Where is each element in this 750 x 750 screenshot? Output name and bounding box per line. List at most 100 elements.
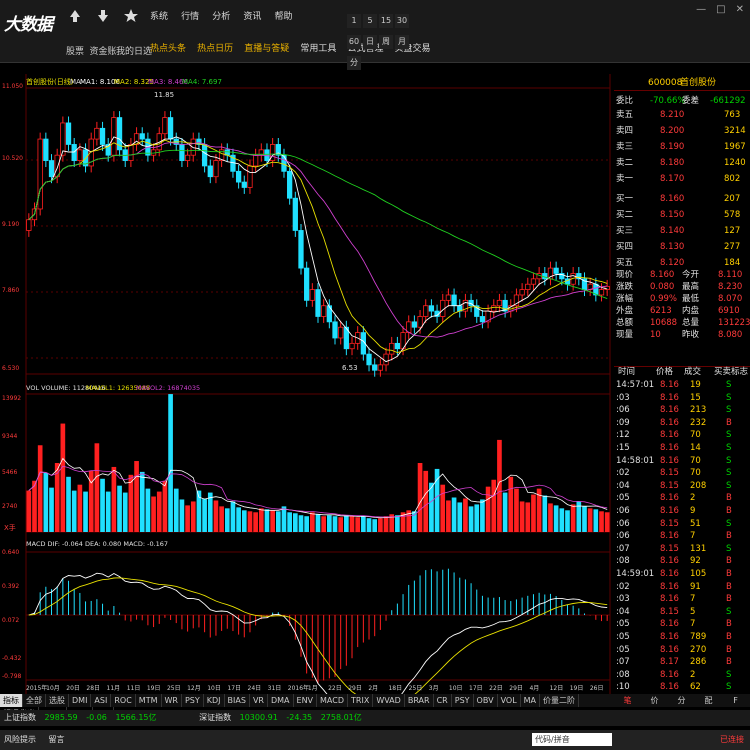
price-tick: 9.190 (2, 221, 19, 228)
buy-row: 买二 8.150 578 (616, 210, 741, 220)
capital-button[interactable]: 资金账 (88, 4, 118, 58)
date-label: 29日 (509, 685, 523, 692)
volume-bar (287, 512, 292, 532)
date-label: 10日 (449, 685, 463, 692)
price-tick: 11.050 (2, 83, 23, 90)
index-name-sz[interactable]: 深证指数 (199, 713, 231, 722)
indicator-tab[interactable]: DMA (268, 694, 294, 707)
stocks-button[interactable]: 股票 (60, 4, 90, 58)
tick-row: :12 8.16 70 S (616, 430, 732, 441)
minimize-icon[interactable]: — (696, 4, 706, 15)
candle (530, 278, 537, 285)
sell-row: 卖二 8.180 1240 (616, 158, 746, 168)
volume-bar (565, 510, 570, 532)
link-headlines[interactable]: 热点头条 (150, 41, 186, 54)
candle (428, 305, 435, 312)
indicator-tab[interactable]: VR (250, 694, 268, 707)
indicator-tab[interactable]: 选股 (46, 694, 69, 707)
menu-help[interactable]: 帮助 (274, 9, 292, 22)
indicator-tab[interactable]: MA (521, 694, 541, 707)
candle (326, 305, 332, 323)
indicator-tab[interactable]: PSY (452, 694, 474, 707)
volume-bar (480, 499, 485, 532)
risk-link[interactable]: 风险提示 (4, 735, 36, 744)
close-icon[interactable]: ✕ (736, 4, 744, 15)
period-15[interactable]: 15 (379, 14, 393, 28)
menu-market[interactable]: 行情 (181, 9, 199, 22)
index-value-sh: 2985.59 (44, 713, 78, 722)
sell-row: 卖五 8.210 763 (616, 110, 741, 120)
volume-bar (156, 491, 162, 532)
index-name-sh[interactable]: 上证指数 (4, 713, 36, 722)
stat-row: 涨幅 0.99% 最低 8.070 (616, 294, 743, 304)
quote-tabs: 笔价分配F (614, 694, 750, 707)
menu-news[interactable]: 资讯 (243, 9, 261, 22)
search-input[interactable]: 代码/拼音 (532, 733, 612, 746)
indicator-tab[interactable]: WVAD (373, 694, 405, 707)
indicator-tab[interactable]: MACD (317, 694, 349, 707)
my-selection-button[interactable]: 我的日选 (116, 4, 152, 58)
candle (281, 154, 287, 172)
quote-tab[interactable]: 分 (668, 694, 695, 707)
volume-bar (202, 498, 207, 532)
indicator-tab[interactable]: 价量二阶 (540, 694, 580, 707)
indicator-tab[interactable]: PSY (182, 694, 204, 707)
volume-bar (309, 512, 315, 532)
candle (287, 170, 293, 199)
volume-bar (542, 495, 548, 532)
quote-tab[interactable]: 配 (695, 694, 722, 707)
period-month[interactable]: 月 (395, 35, 409, 49)
indicator-tab[interactable]: BRAR (405, 694, 434, 707)
link-tools[interactable]: 常用工具 (300, 41, 336, 54)
buy-row: 买四 8.130 277 (616, 242, 741, 252)
indicator-tab[interactable]: MTM (136, 694, 162, 707)
candle (26, 219, 32, 231)
indicator-tab[interactable]: ROC (111, 694, 136, 707)
tick-row: :04 8.15 5 S (616, 606, 732, 617)
indicator-tab[interactable]: WR (162, 694, 182, 707)
link-live[interactable]: 直播与答疑 (244, 41, 289, 54)
period-min[interactable]: 分 (347, 56, 361, 70)
volume-bar (378, 518, 383, 532)
period-day[interactable]: 日 (363, 35, 377, 49)
indicator-tab[interactable]: ASI (91, 694, 112, 707)
stat-row: 现量 10 昨收 8.080 (616, 330, 743, 340)
maximize-icon[interactable]: □ (716, 4, 725, 15)
quote-tab[interactable]: 笔 (614, 694, 641, 707)
period-5[interactable]: 5 (363, 14, 377, 28)
period-week[interactable]: 周 (379, 35, 393, 49)
link-calendar[interactable]: 热点日历 (197, 41, 233, 54)
tick-row: 14:59:01 8.16 105 B (616, 569, 732, 579)
menu-system[interactable]: 系统 (150, 9, 168, 22)
menu-analysis[interactable]: 分析 (212, 9, 230, 22)
indicator-tab[interactable]: DMI (69, 694, 92, 707)
min-price-label: 6.53 (342, 364, 358, 372)
indicator-tab[interactable]: VOL (498, 694, 521, 707)
volume-bar (173, 488, 179, 532)
volume-bar (185, 505, 190, 532)
volume-bar (332, 516, 338, 532)
period-1[interactable]: 1 (347, 14, 361, 28)
indicator-tab[interactable]: OBV (474, 694, 498, 707)
volume-bar (423, 470, 429, 532)
indicator-tab[interactable]: 指标 (0, 694, 23, 707)
message-link[interactable]: 留言 (49, 735, 65, 744)
volume-bar (604, 512, 610, 532)
indicator-tab[interactable]: BIAS (225, 694, 250, 707)
indicator-tab[interactable]: CR (434, 694, 452, 707)
volume-bar (253, 512, 258, 532)
kline-chart[interactable]: 首创股份(日线) MA MA1: 8.106 MA2: 8.325 MA3: 8… (0, 74, 614, 694)
volume-bar (304, 516, 309, 532)
candle (184, 154, 191, 161)
arrow-up-icon (70, 10, 80, 22)
indicator-tab[interactable]: ENV (294, 694, 318, 707)
indicator-tab[interactable]: 全部 (23, 694, 46, 707)
volume-bar (134, 461, 139, 532)
quote-tab[interactable]: F (722, 694, 749, 707)
indicator-tab[interactable]: KDJ (204, 694, 225, 707)
tick-row: :06 8.16 9 B (616, 506, 732, 516)
indicator-tab[interactable]: TRIX (348, 694, 374, 707)
period-60[interactable]: 60 (347, 35, 361, 49)
period-30[interactable]: 30 (395, 14, 409, 28)
quote-tab[interactable]: 价 (641, 694, 668, 707)
